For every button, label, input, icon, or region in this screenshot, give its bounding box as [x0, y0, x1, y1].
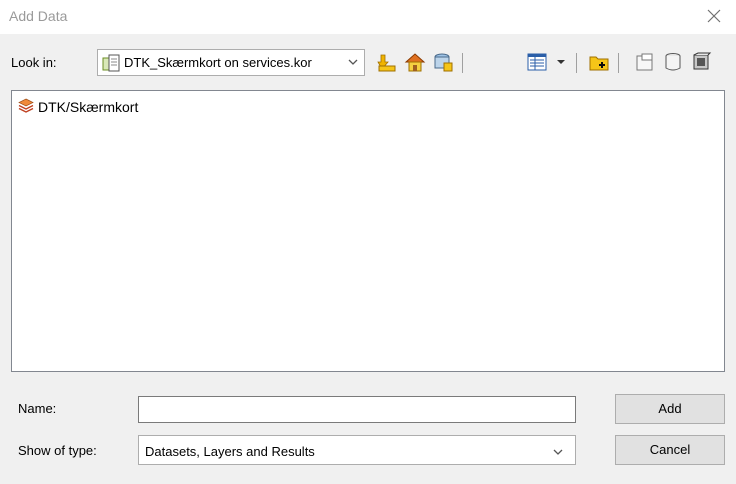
add-button[interactable]: Add [615, 394, 725, 424]
catalog-icon[interactable] [690, 51, 712, 73]
window-title: Add Data [9, 8, 68, 24]
add-data-dialog: Add Data Look in: DTK_Skærmkort on servi… [0, 0, 736, 484]
connect-folder-icon[interactable] [432, 51, 454, 73]
chevron-down-icon [551, 445, 565, 459]
home-icon[interactable] [404, 51, 426, 73]
show-of-type-label: Show of type: [18, 443, 97, 458]
list-item-label: DTK/Skærmkort [38, 99, 139, 115]
name-input[interactable] [138, 396, 576, 423]
look-in-value: DTK_Skærmkort on services.kor [124, 55, 312, 70]
show-of-type-dropdown[interactable]: Datasets, Layers and Results [138, 435, 576, 465]
name-label: Name: [18, 401, 57, 416]
toolbar-separator [618, 53, 619, 73]
toolbar-separator [462, 53, 463, 73]
new-geodatabase-icon[interactable] [634, 51, 656, 73]
chevron-down-icon [346, 55, 360, 69]
look-in-label: Look in: [11, 55, 57, 70]
view-details-icon[interactable] [526, 51, 548, 73]
view-dropdown-icon[interactable] [550, 51, 572, 73]
new-folder-icon[interactable] [588, 51, 610, 73]
title-bar: Add Data [0, 0, 736, 34]
cancel-button[interactable]: Cancel [615, 435, 725, 465]
toolbar-separator [576, 53, 577, 73]
show-of-type-value: Datasets, Layers and Results [145, 444, 315, 459]
file-list[interactable]: DTK/Skærmkort [11, 90, 725, 372]
up-one-level-icon[interactable] [376, 51, 398, 73]
look-in-dropdown[interactable]: DTK_Skærmkort on services.kor [97, 49, 365, 76]
close-icon[interactable] [702, 4, 726, 28]
new-database-icon[interactable] [662, 51, 684, 73]
map-service-layer-icon [18, 98, 34, 114]
map-server-icon [102, 54, 120, 72]
